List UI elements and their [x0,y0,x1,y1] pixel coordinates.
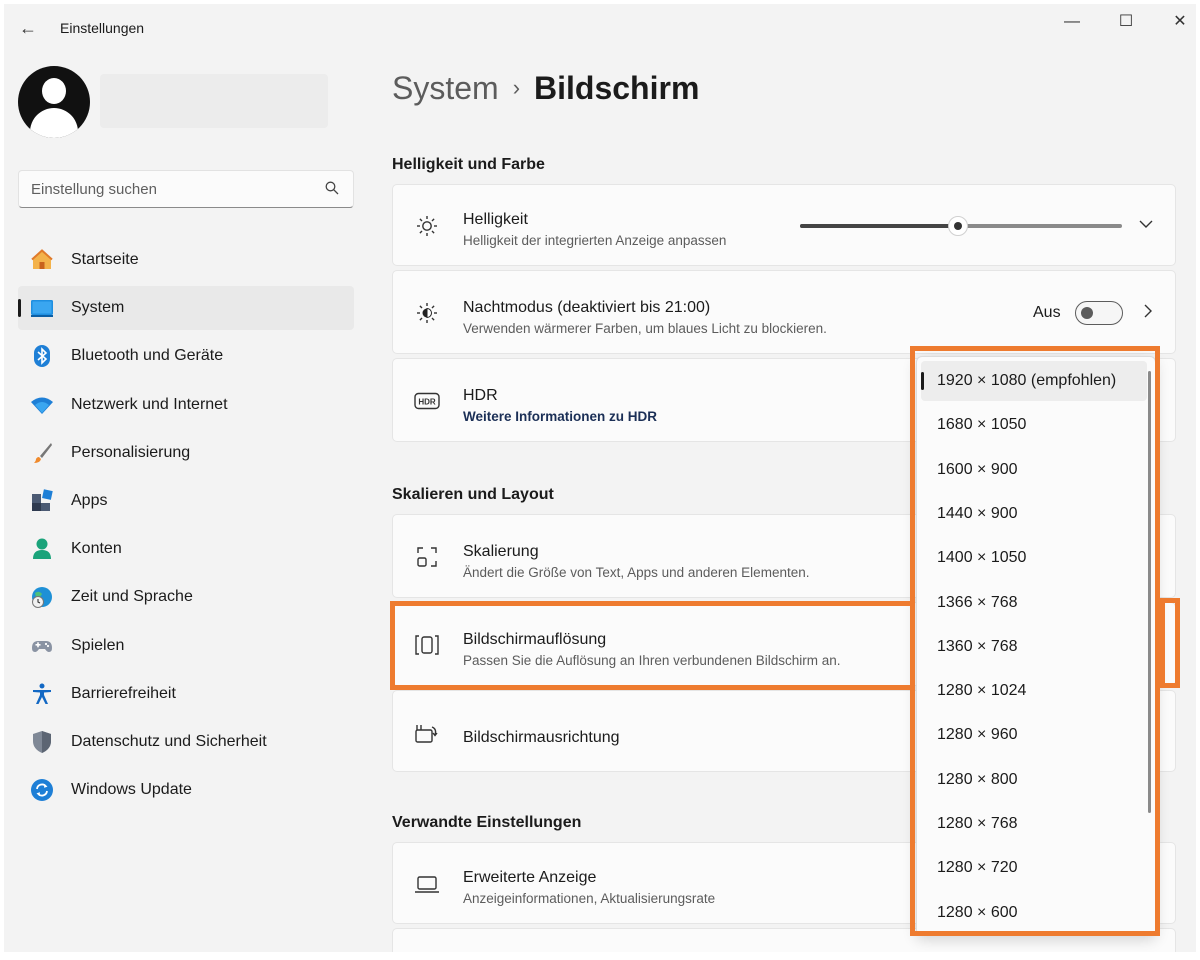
sidebar-item-gaming[interactable]: Spielen [18,624,354,668]
laptop-icon [413,870,441,898]
avatar[interactable] [18,66,90,138]
search-box[interactable] [18,170,354,208]
sidebar-item-privacy[interactable]: Datenschutz und Sicherheit [18,720,354,764]
section-title-brightness-color: Helligkeit und Farbe [392,156,545,173]
highlight-resolution-dropdown-anchor [1160,598,1180,688]
sidebar-item-label: System [71,299,125,317]
section-title-scale-layout: Skalieren und Layout [392,486,554,503]
orientation-icon [413,719,441,747]
accessibility-icon [30,682,54,706]
night-light-title: Nachtmodus (deaktiviert bis 21:00) [463,299,711,316]
section-title-related: Verwandte Einstellungen [392,814,582,831]
sidebar-item-accounts[interactable]: Konten [18,527,354,571]
night-light-subtitle: Verwenden wärmerer Farben, um blaues Lic… [463,321,827,336]
night-light-card[interactable]: Nachtmodus (deaktiviert bis 21:00) Verwe… [392,270,1176,354]
sidebar-item-label: Konten [71,540,122,558]
sidebar-item-startseite[interactable]: Startseite [18,238,354,282]
brightness-subtitle: Helligkeit der integrierten Anzeige anpa… [463,233,727,248]
shield-icon [30,730,54,754]
night-light-icon [413,299,441,327]
sidebar-nav: Startseite System Bluetooth und Geräte N… [18,238,354,816]
sidebar-item-label: Personalisierung [71,443,191,461]
breadcrumb-parent[interactable]: System [392,70,499,106]
sidebar-item-bluetooth[interactable]: Bluetooth und Geräte [18,334,354,378]
svg-text:HDR: HDR [418,398,436,407]
back-button[interactable]: ← [16,16,40,40]
gamepad-icon [30,634,54,658]
sidebar-item-personalization[interactable]: Personalisierung [18,431,354,475]
sidebar-item-network[interactable]: Netzwerk und Internet [18,383,354,427]
breadcrumb-separator-icon: › [512,75,521,100]
sidebar-item-windows-update[interactable]: Windows Update [18,768,354,812]
home-icon [30,248,54,272]
hdr-info-link[interactable]: Weitere Informationen zu HDR [463,409,657,424]
highlight-resolution-card [390,601,915,690]
brightness-slider-fill [800,224,958,228]
scaling-title: Skalierung [463,543,539,560]
sun-icon [413,212,441,240]
app-title: Einstellungen [60,20,145,36]
advanced-display-subtitle: Anzeigeinformationen, Aktualisierungsrat… [463,891,716,906]
sidebar-item-apps[interactable]: Apps [18,479,354,523]
sidebar-item-label: Apps [71,491,108,509]
scale-icon [413,543,441,571]
breadcrumb: System › Bildschirm [392,70,699,107]
bluetooth-icon [30,344,54,368]
sidebar-item-label: Datenschutz und Sicherheit [71,732,267,750]
chevron-right-icon[interactable] [1143,304,1153,322]
search-icon[interactable] [325,181,339,195]
hdr-title: HDR [463,387,498,404]
system-icon [30,296,54,320]
user-name-redacted [100,74,328,128]
settings-window: ← Einstellungen — ☐ ✕ Startseite System [4,4,1196,952]
advanced-display-title: Erweiterte Anzeige [463,869,597,886]
sidebar-item-time-language[interactable]: Zeit und Sprache [18,575,354,619]
close-button[interactable]: ✕ [1160,8,1196,36]
account-icon [30,537,54,561]
brightness-title: Helligkeit [463,211,528,228]
brightness-slider[interactable] [800,216,1122,236]
sidebar-item-accessibility[interactable]: Barrierefreiheit [18,672,354,716]
brightness-card[interactable]: Helligkeit Helligkeit der integrierten A… [392,184,1176,266]
sidebar-item-system[interactable]: System [18,286,354,331]
sidebar-item-label: Windows Update [71,781,192,799]
maximize-button[interactable]: ☐ [1106,8,1146,36]
sidebar-item-label: Netzwerk und Internet [71,395,228,413]
brush-icon [30,441,54,465]
search-input[interactable] [31,179,311,199]
wifi-icon [30,393,54,417]
chevron-down-icon[interactable] [1139,216,1153,233]
title-bar: ← Einstellungen — ☐ ✕ [4,4,1196,50]
brightness-slider-thumb[interactable] [947,216,968,236]
apps-icon [30,489,54,513]
globe-clock-icon [30,585,54,609]
hdr-icon: HDR [413,387,441,415]
highlight-resolution-dropdown [910,346,1160,936]
sidebar-item-label: Spielen [71,636,125,654]
sidebar-item-label: Zeit und Sprache [71,588,193,606]
night-light-toggle[interactable] [1075,301,1123,325]
update-icon [30,778,54,802]
sidebar-item-label: Startseite [71,251,139,268]
night-light-toggle-label: Aus [1033,304,1061,321]
sidebar-item-label: Bluetooth und Geräte [71,347,224,365]
sidebar-item-label: Barrierefreiheit [71,684,176,702]
page-title: Bildschirm [534,70,700,106]
minimize-button[interactable]: — [1052,8,1092,36]
scaling-subtitle: Ändert die Größe von Text, Apps und ande… [463,565,810,580]
orientation-title: Bildschirmausrichtung [463,729,620,746]
